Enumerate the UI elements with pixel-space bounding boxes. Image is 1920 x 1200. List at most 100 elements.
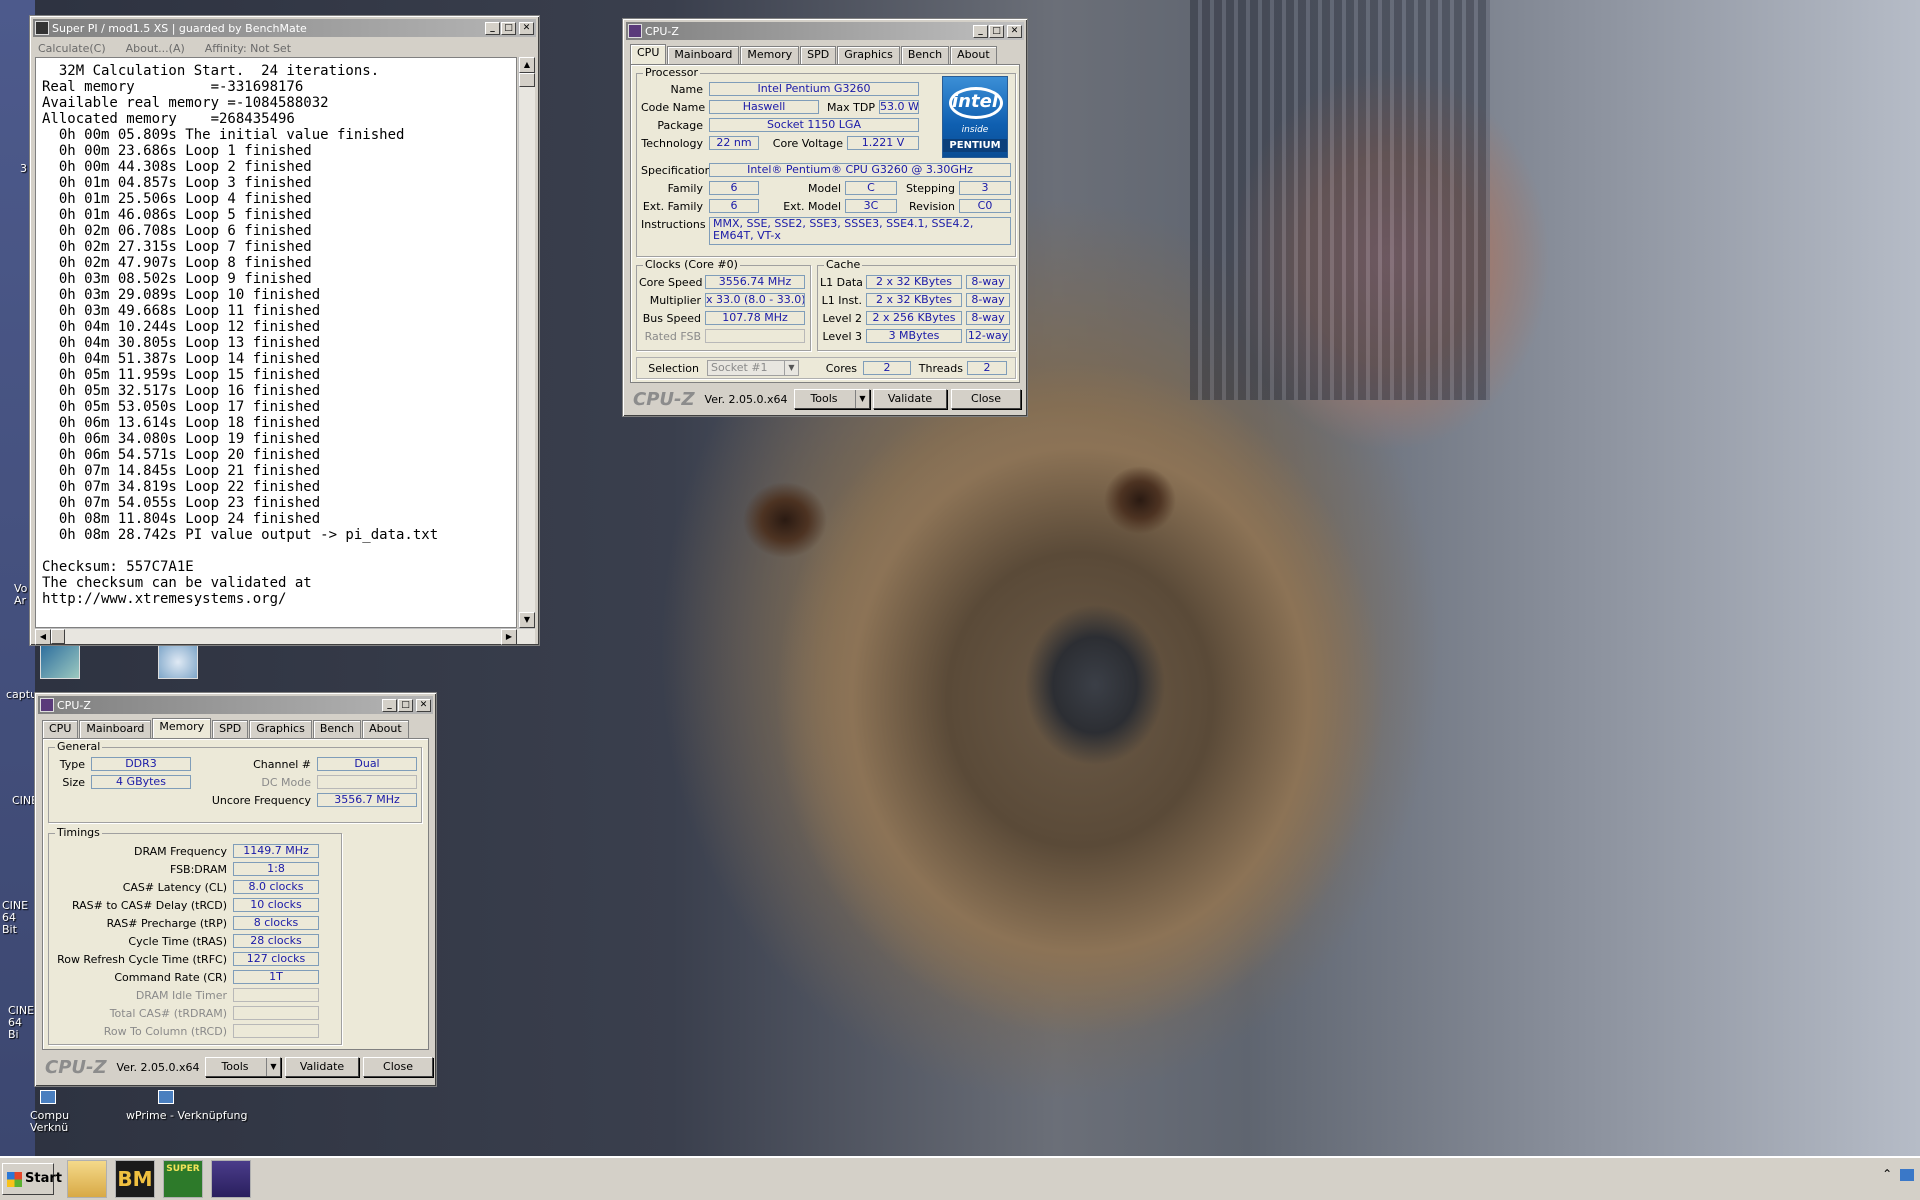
validate-button[interactable]: Validate	[873, 389, 947, 409]
window-title: CPU-Z	[645, 24, 679, 38]
desktop-icon-label[interactable]: 3	[20, 162, 27, 175]
tab-graphics[interactable]: Graphics	[249, 720, 312, 738]
menu-about[interactable]: About...(A)	[122, 42, 189, 55]
maximize-button[interactable]: □	[501, 21, 516, 35]
tray-chevron-icon[interactable]: ⌃	[1882, 1167, 1892, 1181]
tab-mainboard[interactable]: Mainboard	[667, 46, 740, 64]
superpi-titlebar[interactable]: Super PI / mod1.5 XS | guarded by BenchM…	[33, 19, 536, 37]
tools-label: Tools	[221, 1060, 249, 1073]
scroll-up-button[interactable]: ▲	[519, 57, 535, 73]
network-icon[interactable]	[1900, 1168, 1914, 1181]
close-button[interactable]: Close	[951, 389, 1021, 409]
output-line: 0h 07m 14.845s Loop 21 finished	[42, 463, 321, 479]
tab-cpu[interactable]: CPU	[630, 44, 667, 64]
tab-mainboard[interactable]: Mainboard	[79, 720, 152, 738]
tab-cpu[interactable]: CPU	[42, 720, 79, 738]
minimize-button[interactable]: _	[382, 698, 397, 712]
processor-group: Processor Name Intel Pentium G3260 Code …	[636, 66, 1016, 257]
explorer-folder-icon[interactable]	[67, 1160, 107, 1198]
affinity-status[interactable]: Affinity: Not Set	[201, 42, 295, 55]
output-line: The checksum can be validated at	[42, 575, 312, 591]
close-button[interactable]: ✕	[519, 21, 534, 35]
l1d-label: L1 Data	[820, 276, 863, 289]
cpuz-memory-window[interactable]: CPU-Z _ □ ✕ CPU Mainboard Memory SPD Gra…	[34, 692, 437, 1087]
group-legend: Timings	[55, 826, 102, 839]
gear-settings-icon[interactable]	[158, 645, 198, 679]
superpi-taskbar-icon[interactable]: SUPER	[163, 1160, 203, 1198]
output-line: 0h 01m 46.086s Loop 5 finished	[42, 207, 312, 223]
output-line: 0h 07m 34.819s Loop 22 finished	[42, 479, 321, 495]
tab-about[interactable]: About	[950, 46, 997, 64]
vertical-scrollbar[interactable]: ▲ ▼	[518, 57, 535, 628]
cpuz-titlebar[interactable]: CPU-Z _ □ ✕	[626, 22, 1024, 40]
group-legend: Processor	[643, 66, 700, 79]
chevron-down-icon[interactable]: ▼	[266, 1058, 280, 1076]
tab-bench[interactable]: Bench	[900, 46, 950, 64]
maximize-button[interactable]: □	[989, 24, 1004, 38]
cpuz-chip-icon[interactable]	[211, 1160, 251, 1198]
corevoltage-label: Core Voltage	[772, 137, 843, 150]
tab-graphics[interactable]: Graphics	[837, 46, 900, 64]
memory-tab-panel: General Type DDR3 Size 4 GBytes Channel …	[42, 738, 429, 1050]
close-button[interactable]: Close	[363, 1057, 433, 1077]
timing-value: 10 clocks	[233, 898, 319, 912]
benchmate-app-icon[interactable]: BM	[115, 1160, 155, 1198]
l1i-label: L1 Inst.	[821, 294, 862, 307]
extfamily-value: 6	[709, 199, 759, 213]
output-line: 0h 08m 28.742s PI value output -> pi_dat…	[42, 527, 439, 543]
desktop-icon-label[interactable]: Compu Verknü	[30, 1110, 90, 1134]
chevron-down-icon[interactable]: ▼	[855, 390, 869, 408]
cores-label: Cores	[825, 362, 857, 375]
l1d-value: 2 x 32 KBytes	[866, 275, 962, 289]
horizontal-scrollbar[interactable]: ◀ ▶	[35, 628, 535, 645]
minimize-button[interactable]: _	[973, 24, 988, 38]
model-value: C	[845, 181, 897, 195]
socket-select[interactable]: Socket #1 ▼	[707, 360, 799, 376]
capture-icon[interactable]	[40, 645, 80, 679]
close-button[interactable]: ✕	[1007, 24, 1022, 38]
scroll-left-button[interactable]: ◀	[35, 629, 51, 645]
scroll-right-button[interactable]: ▶	[501, 629, 517, 645]
system-tray[interactable]: ⌃	[1882, 1167, 1914, 1181]
general-group: General Type DDR3 Size 4 GBytes Channel …	[48, 740, 422, 823]
menu-calculate[interactable]: Calculate(C)	[34, 42, 110, 55]
scroll-thumb[interactable]	[51, 629, 65, 644]
start-label: Start	[25, 1171, 62, 1186]
validate-button[interactable]: Validate	[285, 1057, 359, 1077]
multiplier-label: Multiplier	[649, 294, 701, 307]
logo-inside: inside	[961, 125, 989, 135]
cpuz-tabs: CPU Mainboard Memory SPD Graphics Bench …	[42, 718, 410, 738]
timing-value: 1:8	[233, 862, 319, 876]
output-line: 0h 03m 49.668s Loop 11 finished	[42, 303, 321, 319]
desktop-icon-label[interactable]: captu	[6, 688, 37, 701]
superpi-window[interactable]: Super PI / mod1.5 XS | guarded by BenchM…	[29, 15, 540, 646]
windows-flag-icon	[7, 1172, 22, 1187]
desktop-icon-label[interactable]: wPrime - Verknüpfung	[126, 1109, 248, 1122]
desktop-icon-label[interactable]: CINE 64 Bit	[2, 900, 34, 936]
name-label: Name	[670, 83, 703, 96]
cpuz-footer: CPU-Z Ver. 2.05.0.x64	[633, 389, 787, 410]
cpuz-titlebar[interactable]: CPU-Z _ □ ✕	[38, 696, 433, 714]
version-text: Ver. 2.05.0.x64	[116, 1061, 200, 1074]
tab-bench[interactable]: Bench	[312, 720, 362, 738]
maximize-button[interactable]: □	[398, 698, 413, 712]
tools-button[interactable]: Tools ▼	[794, 389, 870, 409]
tab-about[interactable]: About	[362, 720, 409, 738]
timing-label: DRAM Idle Timer	[135, 989, 227, 1002]
scroll-down-button[interactable]: ▼	[519, 612, 535, 628]
tab-memory[interactable]: Memory	[740, 46, 800, 64]
tab-spd[interactable]: SPD	[800, 46, 837, 64]
start-button[interactable]: Start	[2, 1163, 62, 1195]
cpuz-cpu-window[interactable]: CPU-Z _ □ ✕ CPU Mainboard Memory SPD Gra…	[622, 18, 1028, 417]
cpuz-logo: CPU-Z	[45, 1057, 107, 1078]
tools-button[interactable]: Tools ▼	[205, 1057, 281, 1077]
cpuz-app-icon	[628, 24, 642, 38]
tab-spd[interactable]: SPD	[212, 720, 249, 738]
tab-memory[interactable]: Memory	[152, 718, 212, 738]
scroll-thumb[interactable]	[519, 73, 535, 87]
window-title: Super PI / mod1.5 XS | guarded by BenchM…	[52, 21, 307, 35]
desktop-icon-label[interactable]: CINE 64 Bi	[8, 1005, 36, 1041]
close-button[interactable]: ✕	[416, 698, 431, 712]
minimize-button[interactable]: _	[485, 21, 500, 35]
